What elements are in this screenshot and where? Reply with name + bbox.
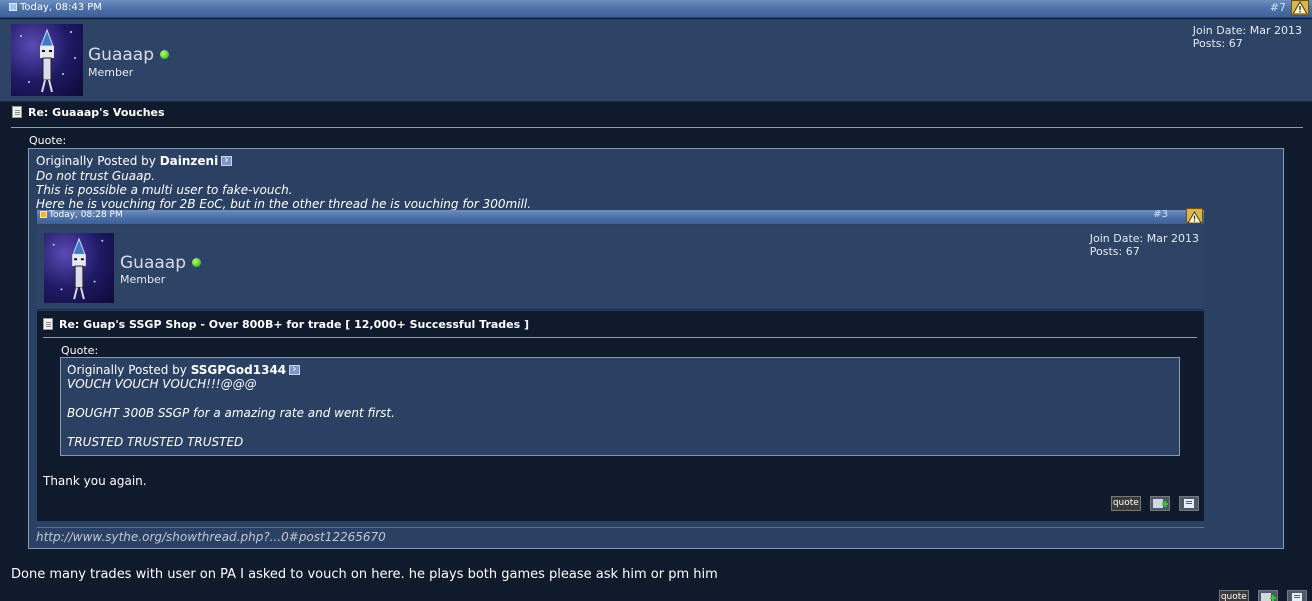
quote-line: TRUSTED TRUSTED TRUSTED (67, 435, 244, 449)
quote-attribution: Originally Posted by SSGPGod1344 (67, 362, 301, 377)
source-link[interactable]: http://www.sythe.org/showthread.php?...0… (36, 530, 386, 544)
online-status-icon (160, 50, 169, 59)
avatar (44, 233, 114, 303)
embedded-post-body: Re: Guap's SSGP Shop - Over 800B+ for tr… (37, 311, 1204, 521)
embedded-post-header: Today, 08:28 PM #3 (37, 208, 1204, 224)
quote-box: Originally Posted by SSGPGod1344 VOUCH V… (60, 357, 1180, 456)
title-divider (43, 337, 1197, 338)
quote-attribution: Originally Posted by Dainzeni (36, 153, 233, 168)
username: Guaaap (120, 253, 201, 273)
user-title: Member (120, 273, 166, 286)
embedded-user-info-bar: Guaaap Member Join Date: Mar 2013 Posts:… (37, 225, 1204, 310)
embedded-post-screenshot: Today, 08:28 PM #3 Guaaap Member Join Da… (37, 208, 1204, 525)
quote-button[interactable]: quote (1218, 590, 1249, 601)
add-reply-icon[interactable] (1257, 590, 1278, 601)
report-warning-icon[interactable] (1291, 0, 1309, 16)
quote-label: Quote: (61, 344, 99, 357)
quote-line: BOUGHT 300B SSGP for a amazing rate and … (67, 406, 395, 420)
view-post-icon (289, 362, 301, 375)
edit-icon (1179, 496, 1199, 511)
view-post-icon[interactable] (221, 153, 233, 166)
quote-button: quote (1110, 496, 1141, 511)
username[interactable]: Guaaap (88, 45, 169, 65)
quote-line: This is possible a multi user to fake-vo… (36, 183, 293, 197)
post-count: Posts: 67 (1192, 37, 1243, 50)
post-title: Re: Guaaap's Vouches (12, 106, 165, 119)
post-message: Done many trades with user on PA I asked… (11, 567, 718, 582)
quote-label: Quote: (29, 134, 67, 147)
post-number-link[interactable]: #7 (1270, 1, 1286, 14)
document-icon (12, 106, 22, 118)
title-divider (11, 127, 1303, 128)
avatar[interactable] (11, 24, 83, 96)
post-buttons: quote (1215, 590, 1307, 601)
warning-icon (1186, 208, 1203, 224)
embedded-post-message: Thank you again. (43, 474, 147, 488)
post-header: Today, 08:43 PM #7 (0, 0, 1312, 18)
embedded-post-title: Re: Guap's SSGP Shop - Over 800B+ for tr… (43, 318, 529, 331)
link-divider (37, 527, 1204, 528)
edit-icon[interactable] (1287, 590, 1307, 601)
user-stats: Join Date: Mar 2013 Posts: 67 (1193, 24, 1302, 50)
embedded-post-buttons: quote (1107, 496, 1199, 512)
embedded-post-date: Today, 08:28 PM (40, 210, 123, 220)
quote-line: Here he is vouching for 2B EoC, but in t… (36, 197, 532, 211)
user-info-bar: Guaaap Member Join Date: Mar 2013 Posts:… (0, 19, 1312, 102)
user-stats: Join Date: Mar 2013 Posts: 67 (1090, 232, 1199, 258)
online-status-icon (192, 258, 201, 267)
quote-line: VOUCH VOUCH VOUCH!!!@@@ (67, 377, 257, 391)
quote-author: SSGPGod1344 (190, 363, 287, 377)
post-date: Today, 08:43 PM (9, 2, 102, 13)
quote-line: Do not trust Guaap. (36, 169, 155, 183)
embedded-post-number: #3 (1153, 209, 1168, 220)
join-date: Join Date: Mar 2013 (1192, 24, 1302, 37)
post-date-icon (40, 211, 47, 218)
join-date: Join Date: Mar 2013 (1089, 232, 1199, 245)
document-icon (43, 318, 53, 330)
post-date-icon (9, 3, 17, 11)
post-count: Posts: 67 (1089, 245, 1140, 258)
quote-author: Dainzeni (159, 154, 219, 168)
quote-box: Originally Posted by Dainzeni Do not tru… (28, 148, 1284, 549)
user-title: Member (88, 66, 134, 79)
add-reply-icon (1149, 496, 1170, 511)
